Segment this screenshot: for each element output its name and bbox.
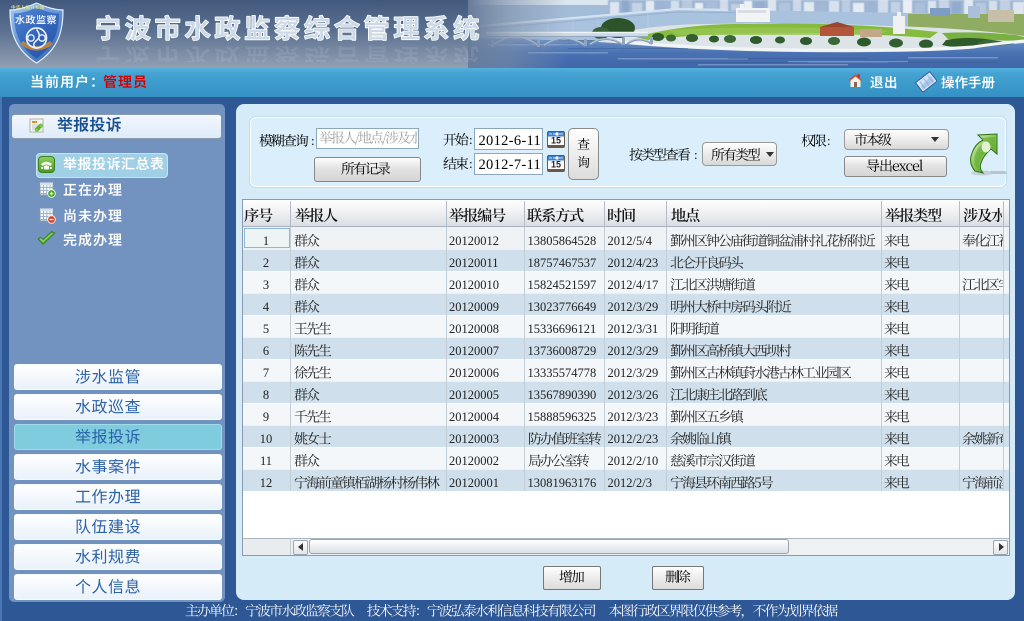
svg-text:15: 15 <box>551 135 561 145</box>
svg-text:15: 15 <box>551 159 561 169</box>
